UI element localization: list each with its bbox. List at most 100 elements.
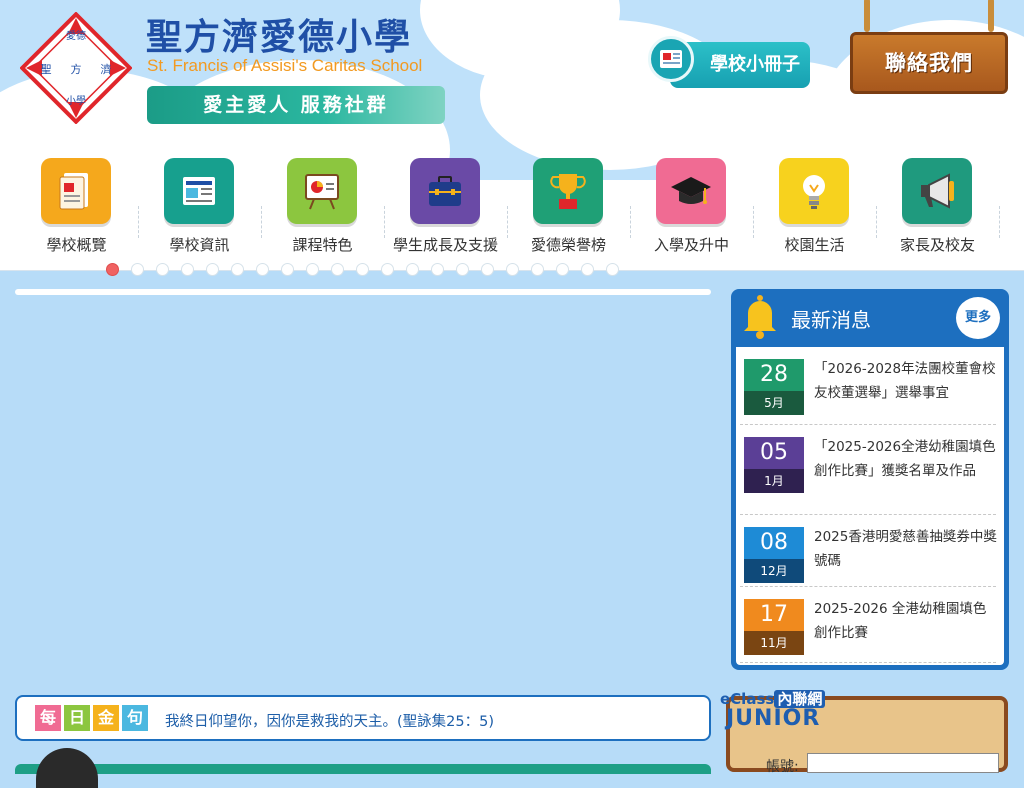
news-title: 最新消息 <box>791 308 871 332</box>
slider-dot[interactable] <box>531 263 544 276</box>
briefcase-icon <box>429 176 461 206</box>
news-item[interactable]: 17 11月 2025-2026 全港幼稚園填色創作比賽 <box>736 587 1004 663</box>
news-day: 17 <box>744 599 804 631</box>
school-logo[interactable]: 愛德 聖 方 濟 小學 <box>19 11 133 125</box>
news-panel: 最新消息 更多 28 5月 「2026-2028年法團校董會校友校董選舉」選舉事… <box>731 289 1009 670</box>
rope-decoration <box>864 0 870 32</box>
logo-text-left: 聖 <box>41 63 52 76</box>
contact-us-button[interactable]: 聯絡我們 <box>850 0 1010 94</box>
slider-dot[interactable] <box>106 263 119 276</box>
nav-separator <box>999 206 1000 238</box>
slider-dot[interactable] <box>456 263 469 276</box>
slider-dot[interactable] <box>506 263 519 276</box>
school-booklet-button[interactable]: 學校小冊子 <box>648 36 810 90</box>
school-motto: 愛主愛人 服務社群 <box>147 86 445 124</box>
news-date: 28 5月 <box>744 359 804 415</box>
news-item[interactable]: 05 1月 「2025-2026全港幼稚園填色創作比賽」獲獎名單及作品 <box>736 425 1004 515</box>
nav-item-honours[interactable]: 愛德榮譽榜 <box>507 158 630 270</box>
slider-dot[interactable] <box>231 263 244 276</box>
bottom-panel-edge <box>15 764 711 774</box>
nav-tile <box>902 158 972 224</box>
slider-dot[interactable] <box>181 263 194 276</box>
account-input[interactable] <box>807 753 999 773</box>
daily-badge: 金 <box>93 705 119 731</box>
news-date: 05 1月 <box>744 437 804 493</box>
slider-dot[interactable] <box>431 263 444 276</box>
slider-dot[interactable] <box>606 263 619 276</box>
news-month: 11月 <box>744 631 804 655</box>
nav-tile <box>656 158 726 224</box>
rope-decoration <box>988 0 994 32</box>
newspaper-icon <box>183 177 215 205</box>
slider-dot[interactable] <box>331 263 344 276</box>
news-date: 17 11月 <box>744 599 804 655</box>
news-list: 28 5月 「2026-2028年法團校董會校友校董選舉」選舉事宜 05 1月 … <box>736 347 1004 665</box>
nav-tile <box>533 158 603 224</box>
news-text[interactable]: 2025香港明愛慈善抽獎券中獎號碼 <box>814 525 998 573</box>
news-date: 08 12月 <box>744 527 804 583</box>
booklet-icon <box>648 36 694 82</box>
slider-dot[interactable] <box>481 263 494 276</box>
slider-dot[interactable] <box>381 263 394 276</box>
avatar <box>36 748 98 788</box>
slider-dot[interactable] <box>556 263 569 276</box>
news-more-button[interactable]: 更多 <box>956 297 1000 339</box>
nav-item-curriculum[interactable]: 課程特色 <box>261 158 384 270</box>
daily-verse-text: 我終日仰望你，因你是救我的天主。(聖詠集25：5) <box>165 714 494 730</box>
nav-label: 學校資訊 <box>169 236 230 254</box>
news-day: 05 <box>744 437 804 469</box>
nav-label: 課程特色 <box>292 236 353 254</box>
slider-dot[interactable] <box>356 263 369 276</box>
nav-item-campus-life[interactable]: 校園生活 <box>753 158 876 270</box>
nav-item-student-support[interactable]: 學生成長及支援 <box>384 158 507 270</box>
slider-dot[interactable] <box>306 263 319 276</box>
nav-tile <box>164 158 234 224</box>
daily-verse-bar: 每 日 金 句 我終日仰望你，因你是救我的天主。(聖詠集25：5) <box>15 695 711 741</box>
news-item[interactable]: 08 12月 2025香港明愛慈善抽獎券中獎號碼 <box>736 515 1004 587</box>
news-text[interactable]: 「2026-2028年法團校董會校友校董選舉」選舉事宜 <box>814 357 998 405</box>
nav-item-admission[interactable]: 入學及升中 <box>630 158 753 270</box>
slider-dot[interactable] <box>406 263 419 276</box>
nav-tile <box>779 158 849 224</box>
nav-item-school-info[interactable]: 學校資訊 <box>138 158 261 270</box>
graduation-cap-icon <box>671 177 711 204</box>
trophy-icon <box>550 174 586 209</box>
slider-dot[interactable] <box>131 263 144 276</box>
megaphone-icon <box>921 173 954 209</box>
presentation-board-icon <box>305 174 339 210</box>
school-name-zh: 聖方濟愛德小學 <box>146 17 413 58</box>
slider-dot[interactable] <box>256 263 269 276</box>
news-text[interactable]: 「2025-2026全港幼稚園填色創作比賽」獲獎名單及作品 <box>814 435 998 483</box>
news-text[interactable]: 2025-2026 全港幼稚園填色創作比賽 <box>814 597 998 645</box>
bell-icon <box>744 295 776 339</box>
nav-label: 學生成長及支援 <box>392 236 498 254</box>
nav-label: 愛德榮譽榜 <box>530 236 606 254</box>
logo-text-center: 方 <box>71 62 82 76</box>
nav-item-school-overview[interactable]: 學校概覽 <box>15 158 138 270</box>
nav-tile <box>41 158 111 224</box>
nav-label: 入學及升中 <box>653 236 729 254</box>
nav-item-parents-alumni[interactable]: 家長及校友 <box>876 158 999 270</box>
news-day: 28 <box>744 359 804 391</box>
logo-text-top: 愛德 <box>66 29 86 42</box>
main-nav: 學校概覽 學校資訊 課程特色 學生成長及支援 愛德榮譽榜 入學及升中 校園生活 … <box>0 158 1024 271</box>
news-item[interactable]: 28 5月 「2026-2028年法團校董會校友校董選舉」選舉事宜 <box>736 347 1004 425</box>
daily-badge: 每 <box>35 705 61 731</box>
nav-tile <box>410 158 480 224</box>
news-divider <box>740 662 996 663</box>
nav-label: 家長及校友 <box>899 236 975 254</box>
account-label: 帳號: <box>766 759 799 775</box>
slider-area <box>15 289 711 295</box>
lightbulb-icon <box>803 175 825 209</box>
slider-dot[interactable] <box>206 263 219 276</box>
nav-label: 校園生活 <box>784 236 845 254</box>
slider-dot[interactable] <box>156 263 169 276</box>
header: 愛德 聖 方 濟 小學 聖方濟愛德小學 St. Francis of Assis… <box>0 0 1024 180</box>
school-name-en: St. Francis of Assisi's Caritas School <box>147 56 423 75</box>
logo-text-bottom: 小學 <box>66 94 86 107</box>
slider-dot[interactable] <box>281 263 294 276</box>
slider-dot[interactable] <box>581 263 594 276</box>
news-day: 08 <box>744 527 804 559</box>
daily-badge: 句 <box>122 705 148 731</box>
nav-tile <box>287 158 357 224</box>
